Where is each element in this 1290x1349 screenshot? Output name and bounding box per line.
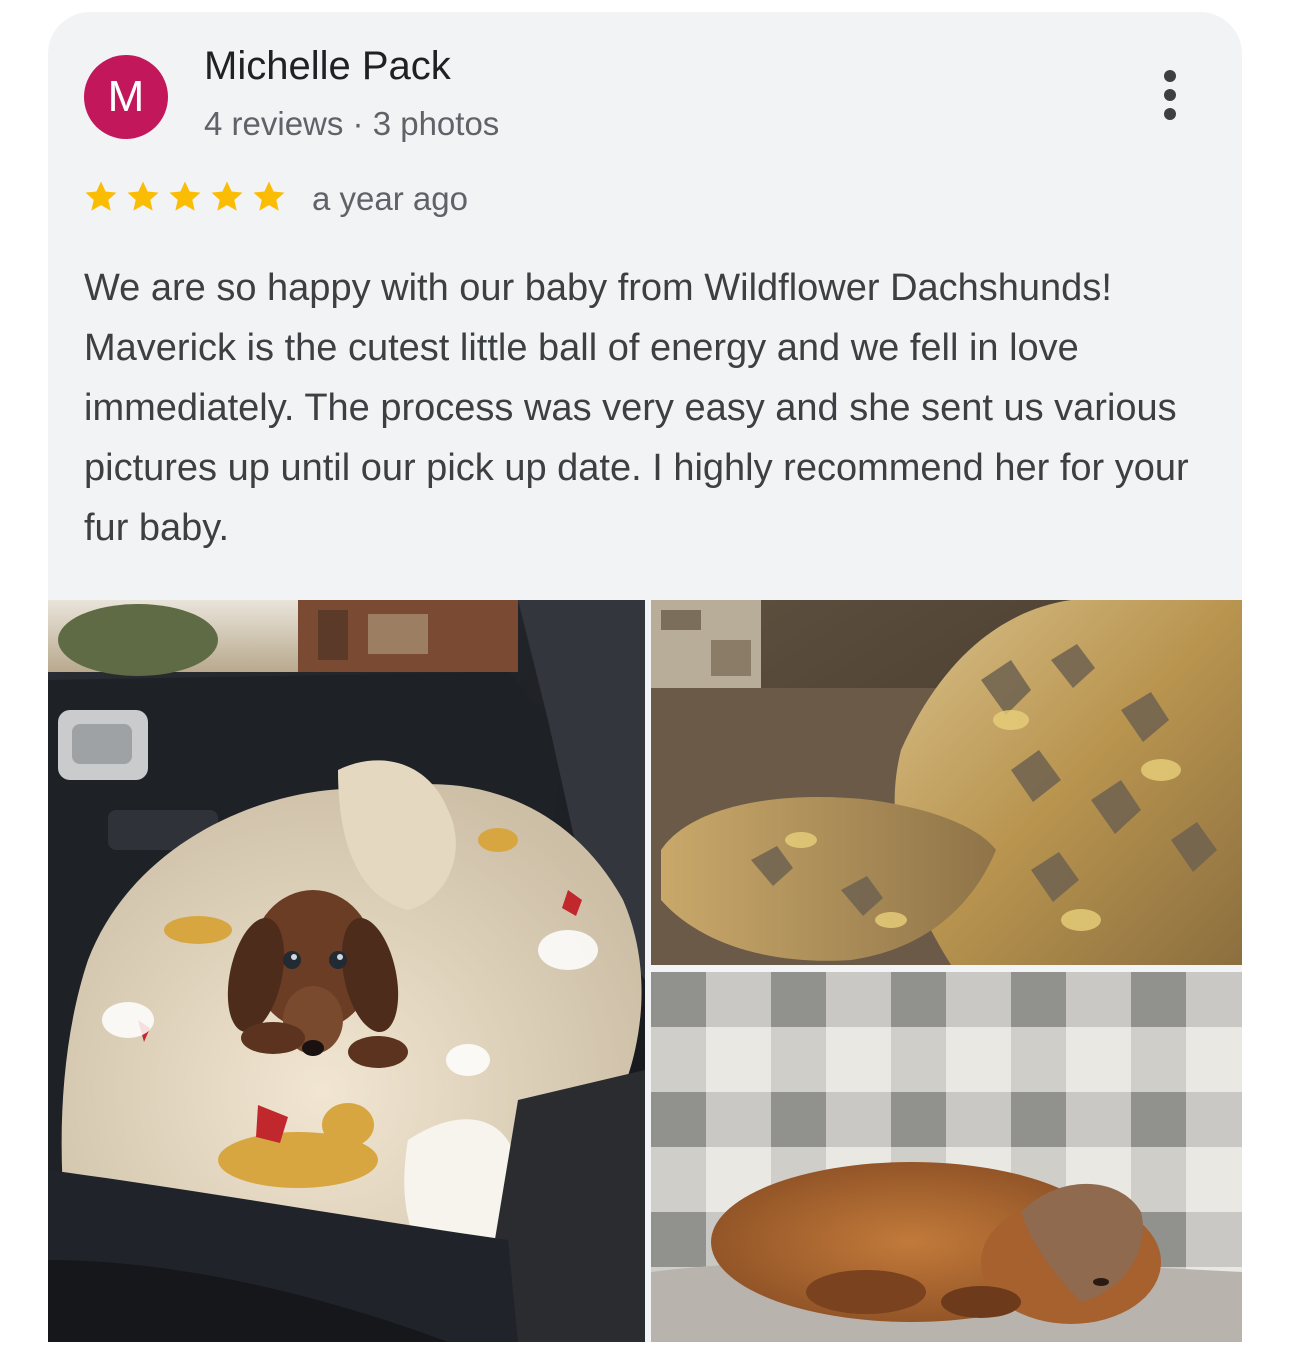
review-date: a year ago: [312, 180, 468, 217]
star-rating: [82, 178, 288, 218]
photo-patterned-couch-pillows: [651, 600, 1242, 965]
photo-puppy-sleeping-under-plaid-blanket: [651, 972, 1242, 1342]
review-photo-3[interactable]: [651, 972, 1242, 1342]
more-vert-icon-dot: [1164, 89, 1176, 101]
more-vert-icon-dot: [1164, 108, 1176, 120]
star-icon: [169, 181, 201, 211]
review-photo-2[interactable]: [651, 600, 1242, 965]
review-card: M Michelle Pack 4 reviews · 3 photos a y…: [48, 12, 1242, 1342]
author-meta: 4 reviews · 3 photos: [204, 105, 500, 142]
photo-dachshund-puppy-in-car-on-blanket: [48, 600, 645, 1342]
avatar[interactable]: M: [84, 55, 168, 139]
star-icon: [253, 181, 285, 211]
more-options-button[interactable]: [1148, 64, 1192, 126]
author-name[interactable]: Michelle Pack: [204, 44, 451, 89]
star-icon: [127, 181, 159, 211]
review-photo-1[interactable]: [48, 600, 645, 1342]
star-icon: [211, 181, 243, 211]
review-text: We are so happy with our baby from Wildf…: [84, 267, 1189, 549]
more-vert-icon: [1164, 70, 1176, 82]
star-icon: [85, 181, 117, 211]
